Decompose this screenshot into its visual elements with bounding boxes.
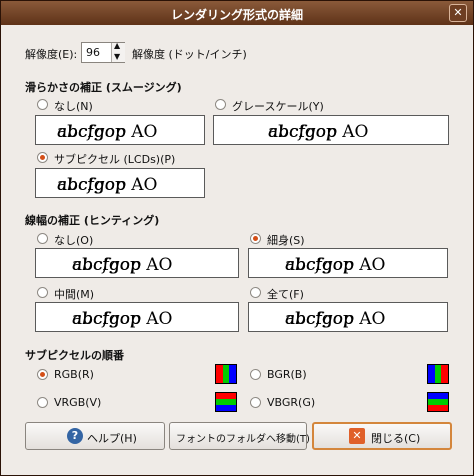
smoothing-none-label[interactable]: なし(N) bbox=[54, 98, 93, 114]
smoothing-grayscale-radio[interactable] bbox=[215, 99, 226, 110]
go-to-fonts-folder-label: フォントのフォルダへ移動(T) bbox=[176, 434, 310, 445]
spin-up-icon[interactable]: ▲ bbox=[114, 41, 120, 50]
order-vbgr-label[interactable]: VBGR(G) bbox=[267, 396, 315, 409]
smoothing-none-preview: abcfgop AO abcfgop bbox=[35, 115, 205, 145]
help-icon: ? bbox=[67, 428, 83, 444]
preview-italic-text: abcfgop bbox=[57, 175, 126, 195]
hinting-full-radio[interactable] bbox=[250, 287, 261, 298]
help-button-label: ヘルプ(H) bbox=[87, 432, 137, 445]
hinting-heading: 線幅の補正 (ヒンティング) bbox=[25, 214, 160, 227]
preview-italic-text: abcfgop bbox=[285, 255, 354, 275]
close-button[interactable]: ✕ 閉じる(C) bbox=[312, 422, 452, 450]
order-vrgb-label[interactable]: VRGB(V) bbox=[54, 396, 101, 409]
order-rgb-label[interactable]: RGB(R) bbox=[54, 368, 94, 381]
smoothing-subpixel-preview: abcfgop AO abcfgop bbox=[35, 168, 205, 198]
rendering-details-dialog: レンダリング形式の詳細 ✕ 解像度(E): 96 ▲ ▼ 解像度 (ドット/イン… bbox=[0, 0, 474, 476]
hinting-none-preview: abcfgop AO abcfgop bbox=[35, 248, 239, 278]
resolution-unit-label: 解像度 (ドット/インチ) bbox=[132, 48, 247, 61]
order-rgb-radio[interactable] bbox=[37, 369, 48, 380]
rgb-swatch-icon bbox=[215, 364, 237, 384]
resolution-spinbutton[interactable]: 96 ▲ ▼ bbox=[81, 41, 125, 63]
window-title: レンダリング形式の詳細 bbox=[170, 8, 303, 22]
order-bgr-radio[interactable] bbox=[250, 369, 261, 380]
window-close-button[interactable]: ✕ bbox=[449, 4, 467, 22]
order-vrgb-radio[interactable] bbox=[37, 397, 48, 408]
smoothing-grayscale-label[interactable]: グレースケール(Y) bbox=[232, 98, 324, 114]
resolution-label: 解像度(E): bbox=[25, 48, 78, 61]
hinting-full-label[interactable]: 全て(F) bbox=[267, 286, 304, 302]
order-bgr-label[interactable]: BGR(B) bbox=[267, 368, 307, 381]
close-button-label: 閉じる(C) bbox=[371, 432, 421, 445]
close-x-icon: ✕ bbox=[349, 428, 365, 444]
smoothing-none-radio[interactable] bbox=[37, 99, 48, 110]
hinting-medium-preview: abcfgop AO abcfgop bbox=[35, 302, 239, 332]
bgr-swatch-icon bbox=[427, 364, 449, 384]
hinting-medium-radio[interactable] bbox=[37, 287, 48, 298]
help-button[interactable]: ? ヘルプ(H) bbox=[25, 422, 165, 450]
preview-italic-text: abcfgop bbox=[72, 309, 141, 329]
subpixel-order-heading: サブピクセルの順番 bbox=[25, 349, 124, 362]
hinting-slight-label[interactable]: 細身(S) bbox=[267, 232, 305, 248]
smoothing-subpixel-radio[interactable] bbox=[37, 152, 48, 163]
smoothing-subpixel-label[interactable]: サブピクセル (LCDs)(P) bbox=[54, 151, 175, 167]
resolution-value[interactable]: 96 bbox=[86, 46, 100, 59]
hinting-none-label[interactable]: なし(O) bbox=[54, 232, 93, 248]
vrgb-swatch-icon bbox=[215, 392, 237, 412]
vbgr-swatch-icon bbox=[427, 392, 449, 412]
preview-italic-text: abcfgop bbox=[72, 255, 141, 275]
order-vbgr-radio[interactable] bbox=[250, 397, 261, 408]
preview-italic-text: abcfgop bbox=[285, 309, 354, 329]
preview-italic-text: abcfgop bbox=[57, 122, 126, 142]
hinting-full-preview: abcfgop AO abcfgop bbox=[248, 302, 448, 332]
spin-down-icon[interactable]: ▼ bbox=[114, 52, 120, 61]
close-icon: ✕ bbox=[453, 6, 463, 19]
hinting-medium-label[interactable]: 中間(M) bbox=[54, 286, 94, 302]
smoothing-grayscale-preview: abcfgop AO abcfgop bbox=[213, 115, 449, 145]
smoothing-heading: 滑らかさの補正 (スムージング) bbox=[25, 81, 182, 94]
hinting-none-radio[interactable] bbox=[37, 233, 48, 244]
preview-italic-text: abcfgop bbox=[268, 122, 337, 142]
go-to-fonts-folder-button[interactable]: フォントのフォルダへ移動(T) bbox=[169, 422, 310, 450]
title-bar: レンダリング形式の詳細 ✕ bbox=[1, 1, 473, 25]
hinting-slight-radio[interactable] bbox=[250, 233, 261, 244]
hinting-slight-preview: abcfgop AO abcfgop bbox=[248, 248, 448, 278]
